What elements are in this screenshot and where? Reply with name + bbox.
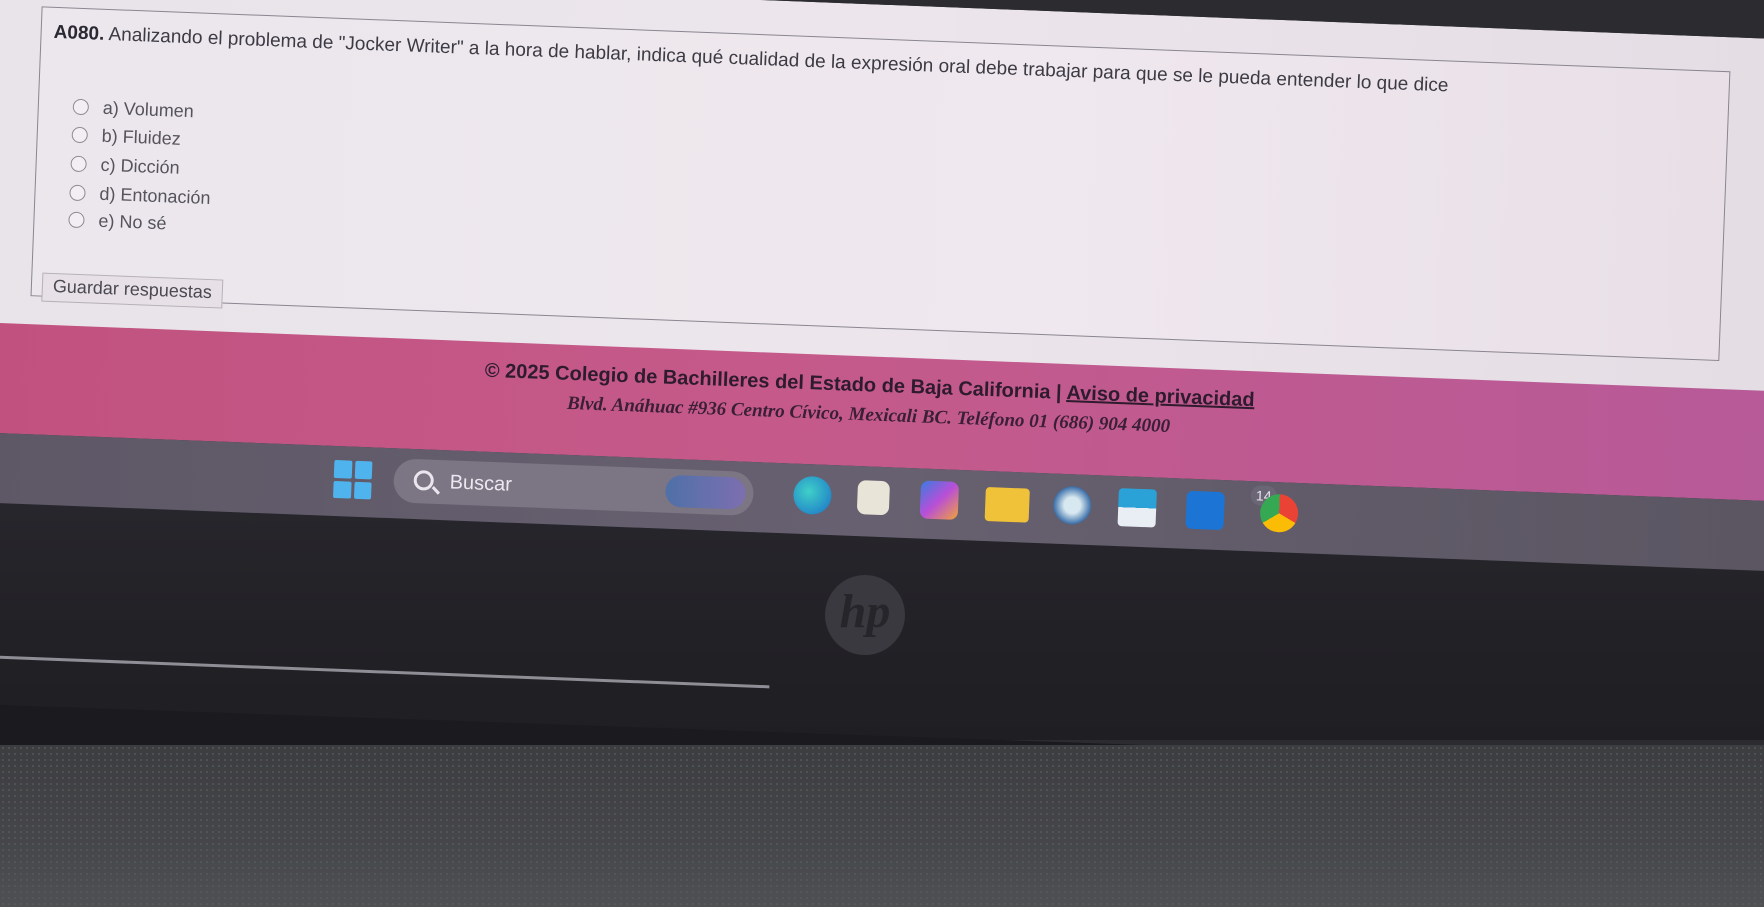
radio-button[interactable] <box>71 126 89 144</box>
chrome-icon[interactable] <box>1259 493 1299 533</box>
windows-start-icon[interactable] <box>332 459 373 500</box>
monitor-screen: A080. Analizando el problema de "Jocker … <box>0 0 1764 579</box>
copilot-icon[interactable] <box>919 480 960 520</box>
edge-browser-icon[interactable] <box>792 475 833 516</box>
option-label: e) No sé <box>98 210 167 233</box>
option-label: b) Fluidez <box>101 125 182 149</box>
photo-of-laptop-screen: hp A080. Analizando el problema de "Jock… <box>0 0 1764 907</box>
answer-option-c[interactable]: c) Dicción <box>70 152 180 180</box>
option-label: d) Entonación <box>99 183 211 208</box>
question-id: A080. <box>53 21 105 45</box>
answer-option-d[interactable]: d) Entonación <box>69 181 211 210</box>
radio-button[interactable] <box>68 211 85 229</box>
option-label: c) Dicción <box>100 154 180 178</box>
question-text: A080. Analizando el problema de "Jocker … <box>53 20 1713 110</box>
store-icon[interactable] <box>856 480 891 516</box>
web-page: A080. Analizando el problema de "Jocker … <box>0 0 1764 572</box>
save-answers-button[interactable]: Guardar respuestas <box>41 272 224 309</box>
keyboard-deck <box>0 745 1764 907</box>
option-label: a) Volumen <box>102 97 195 121</box>
app-circle-icon[interactable] <box>1052 485 1092 526</box>
search-placeholder: Buscar <box>449 471 513 496</box>
search-highlight-image <box>664 474 747 510</box>
answer-option-b[interactable]: b) Fluidez <box>71 123 181 151</box>
search-icon <box>413 470 435 491</box>
radio-button[interactable] <box>69 184 86 202</box>
question-panel: A080. Analizando el problema de "Jocker … <box>30 6 1731 362</box>
file-explorer-icon[interactable] <box>984 486 1030 523</box>
radio-button[interactable] <box>70 155 87 173</box>
radio-button[interactable] <box>72 98 90 116</box>
hp-logo: hp <box>825 575 905 655</box>
question-body: Analizando el problema de "Jocker Writer… <box>103 23 1449 97</box>
outlook-icon[interactable] <box>1185 490 1225 531</box>
privacy-link[interactable]: Aviso de privacidad <box>1066 382 1255 411</box>
taskbar-search[interactable]: Buscar <box>392 458 755 517</box>
answer-option-e[interactable]: e) No sé <box>68 208 167 236</box>
news-widget-icon[interactable] <box>1117 488 1157 528</box>
answer-option-a[interactable]: a) Volumen <box>72 95 194 124</box>
